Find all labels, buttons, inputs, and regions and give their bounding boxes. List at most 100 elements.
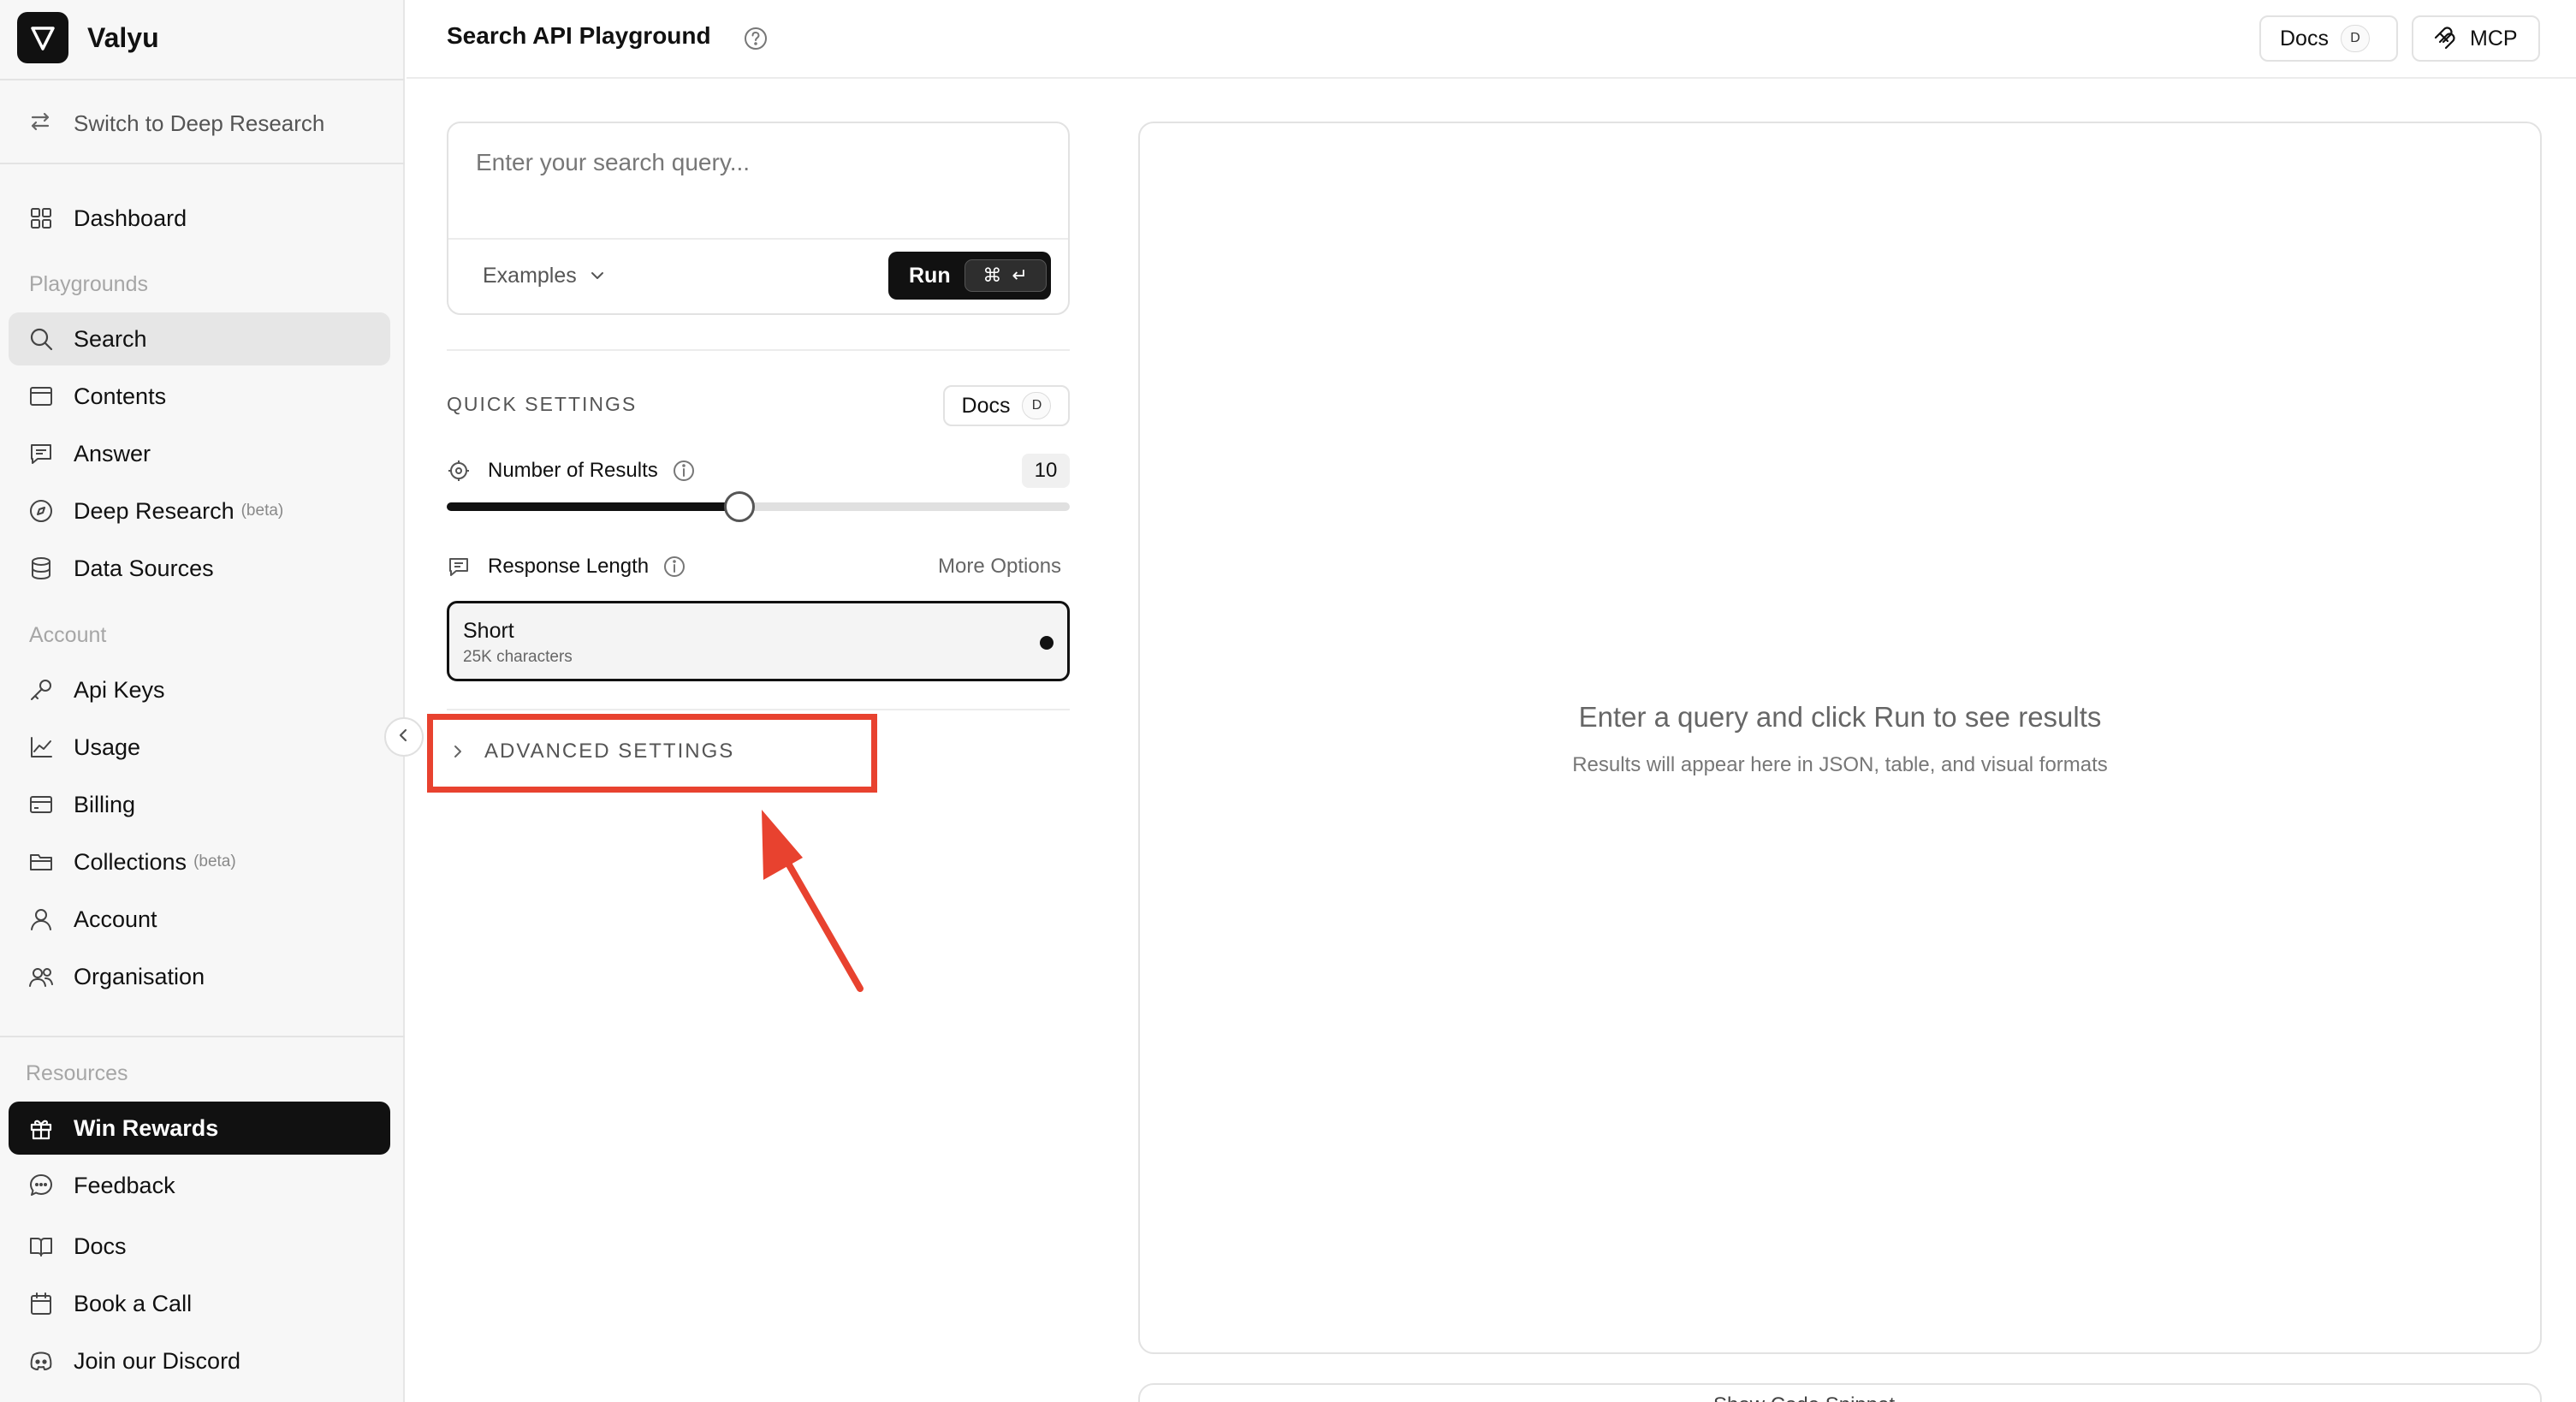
code-snippet-label: Show Code Snippet (1713, 1393, 1895, 1402)
compass-icon (27, 497, 55, 525)
sidebar-item-organisation[interactable]: Organisation (9, 950, 390, 1003)
info-icon[interactable] (662, 555, 686, 579)
sidebar-item-label: Collections (74, 848, 187, 875)
calendar-icon (27, 1290, 55, 1317)
grid-icon (27, 205, 55, 232)
sidebar-item-label: Answer (74, 440, 151, 466)
code-snippet-card[interactable]: Show Code Snippet (1138, 1383, 2542, 1402)
folder-icon (27, 848, 55, 876)
sidebar-item-label: Api Keys (74, 676, 165, 703)
number-of-results-value: 10 (1022, 454, 1070, 488)
sidebar-item-label: Dashboard (74, 205, 187, 231)
message-square-icon (27, 440, 55, 467)
empty-state-title: Enter a query and click Run to see resul… (1578, 701, 2102, 733)
sidebar-item-label: Account (74, 906, 157, 932)
divider (447, 709, 1070, 710)
sidebar-item-feedback[interactable]: Feedback (9, 1159, 390, 1212)
divider (0, 1036, 405, 1037)
sidebar-item-account[interactable]: Account (9, 893, 390, 946)
sidebar-item-label: Deep Research (74, 497, 234, 524)
divider (0, 163, 405, 164)
chat-bubble-icon (27, 1172, 55, 1199)
top-header: Search API Playground Docs D MCP (407, 0, 2576, 79)
more-options-link[interactable]: More Options (938, 555, 1061, 579)
header-mcp-button[interactable]: MCP (2412, 15, 2540, 62)
search-icon (27, 325, 55, 353)
message-square-icon (447, 555, 471, 579)
sidebar-item-dashboard[interactable]: Dashboard (9, 192, 390, 245)
sidebar-item-label: Win Rewards (74, 1114, 219, 1141)
sidebar-item-label: Data Sources (74, 555, 214, 581)
sidebar-item-label: Docs (74, 1233, 127, 1259)
sidebar-item-deep-research[interactable]: Deep Research (beta) (9, 484, 390, 538)
docs-label: Docs (961, 393, 1011, 418)
empty-state-subtitle: Results will appear here in JSON, table,… (1572, 753, 2108, 776)
collapse-sidebar-button[interactable] (384, 717, 424, 757)
users-icon (27, 963, 55, 990)
switch-label: Switch to Deep Research (74, 110, 325, 136)
run-label: Run (909, 263, 951, 288)
response-length-label: Response Length (488, 555, 650, 578)
response-length-option-short[interactable]: Short 25K characters (447, 601, 1070, 681)
sidebar-item-data-sources[interactable]: Data Sources (9, 542, 390, 595)
sidebar-item-win-rewards[interactable]: Win Rewards (9, 1102, 390, 1155)
examples-dropdown[interactable]: Examples (483, 258, 608, 293)
brand-name: Valyu (87, 21, 159, 53)
sidebar-item-search[interactable]: Search (9, 312, 390, 365)
sidebar-item-api-keys[interactable]: Api Keys (9, 663, 390, 716)
sidebar-item-answer[interactable]: Answer (9, 427, 390, 480)
sidebar-item-label: Book a Call (74, 1290, 193, 1316)
sidebar-item-usage[interactable]: Usage (9, 721, 390, 774)
sidebar-item-join-discord[interactable]: Join our Discord (9, 1334, 390, 1387)
beta-badge: (beta) (240, 502, 284, 520)
sidebar-item-label: Search (74, 325, 147, 352)
sidebar-item-book-a-call[interactable]: Book a Call (9, 1277, 390, 1330)
run-button[interactable]: Run ⌘ ↵ (888, 252, 1051, 300)
number-of-results-slider[interactable] (447, 502, 1070, 511)
query-card: Examples Run ⌘ ↵ (447, 122, 1070, 315)
slider-fill (447, 502, 740, 511)
annotation-highlight-box (427, 714, 877, 793)
browser-window-icon (27, 383, 55, 410)
sidebar-item-label: Join our Discord (74, 1347, 241, 1374)
sidebar-item-label: Usage (74, 734, 141, 760)
enter-key-icon: ↵ (1012, 264, 1028, 286)
slider-thumb[interactable] (724, 491, 756, 522)
docs-shortcut: D (2340, 25, 2370, 52)
section-label-playgrounds: Playgrounds (29, 272, 148, 296)
sidebar-item-contents[interactable]: Contents (9, 370, 390, 423)
section-label-account: Account (29, 623, 107, 647)
header-docs-button[interactable]: Docs D (2259, 15, 2398, 62)
divider (0, 79, 405, 80)
section-label-resources: Resources (26, 1061, 128, 1085)
results-panel: Enter a query and click Run to see resul… (1138, 122, 2542, 1354)
mcp-label: MCP (2470, 26, 2518, 50)
line-chart-icon (27, 734, 55, 761)
book-open-icon (27, 1233, 55, 1260)
search-query-input[interactable] (450, 125, 1066, 236)
examples-label: Examples (483, 263, 577, 288)
info-icon[interactable] (672, 459, 696, 483)
switch-to-deep-research-button[interactable]: Switch to Deep Research (27, 106, 324, 140)
divider (448, 238, 1068, 240)
page-title: Search API Playground (447, 22, 711, 49)
quick-settings-docs-button[interactable]: Docs D (943, 385, 1070, 426)
target-icon (447, 459, 471, 483)
selected-dot-icon (1040, 636, 1054, 650)
number-of-results-label: Number of Results (488, 459, 658, 482)
sidebar-item-docs[interactable]: Docs (9, 1220, 390, 1273)
sidebar-item-billing[interactable]: Billing (9, 778, 390, 831)
sidebar-item-label: Contents (74, 383, 167, 409)
valyu-logo-icon (17, 12, 68, 63)
sidebar-item-collections[interactable]: Collections (beta) (9, 835, 390, 888)
number-of-results-row: Number of Results (447, 455, 696, 486)
divider (447, 349, 1070, 351)
brand[interactable]: Valyu (17, 12, 159, 63)
swap-arrows-icon (27, 109, 53, 139)
help-circle-icon[interactable] (743, 26, 769, 51)
credit-card-icon (27, 791, 55, 818)
chevron-left-icon (395, 727, 413, 748)
sidebar-item-label: Feedback (74, 1172, 175, 1198)
beta-badge: (beta) (193, 852, 236, 870)
docs-shortcut: D (1022, 392, 1052, 419)
